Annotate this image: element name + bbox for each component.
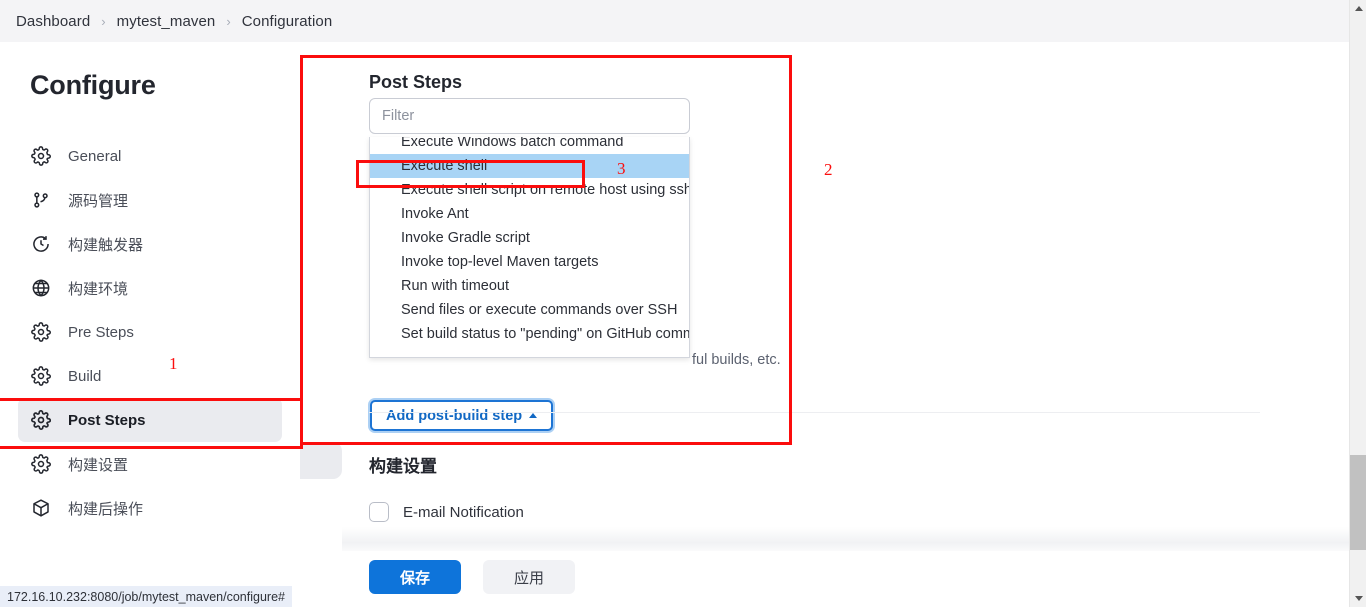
- post-build-step-dropdown[interactable]: Execute Windows batch command Execute sh…: [369, 137, 690, 358]
- sidebar-item-label: Build: [68, 368, 101, 385]
- sidebar-item-build-environment[interactable]: 构建环境: [18, 266, 282, 310]
- sidebar-nav: General 源码管理: [18, 134, 282, 530]
- sidebar-item-build-settings[interactable]: 构建设置: [18, 442, 282, 486]
- sidebar-item-label: 构建后操作: [68, 498, 143, 519]
- sidebar-item-post-steps[interactable]: Post Steps: [18, 398, 282, 442]
- sidebar-item-post-build-actions[interactable]: 构建后操作: [18, 486, 282, 530]
- dropdown-option[interactable]: Execute shell script on remote host usin…: [370, 178, 689, 202]
- add-post-build-step-label: Add post-build step: [386, 408, 522, 424]
- dropdown-options-list: Execute Windows batch command Execute sh…: [370, 137, 689, 346]
- dropdown-option[interactable]: Invoke top-level Maven targets: [370, 250, 689, 274]
- build-settings-heading: 构建设置: [369, 452, 437, 477]
- sidebar: Configure General: [0, 42, 300, 607]
- breadcrumb-separator-icon: ›: [226, 14, 230, 29]
- dropdown-option[interactable]: Set build status to "pending" on GitHub …: [370, 322, 689, 346]
- sidebar-item-label: 构建触发器: [68, 234, 143, 255]
- sidebar-item-label: Post Steps: [68, 412, 146, 429]
- sidebar-item-general[interactable]: General: [18, 134, 282, 178]
- breadcrumb-item-configuration[interactable]: Configuration: [242, 13, 333, 30]
- browser-page: Dashboard › mytest_maven › Configuration…: [0, 0, 1366, 607]
- gear-icon: [30, 409, 52, 431]
- branch-icon: [30, 189, 52, 211]
- scroll-up-arrow-icon[interactable]: [1350, 0, 1366, 17]
- globe-icon: [30, 277, 52, 299]
- sidebar-item-label: 源码管理: [68, 190, 128, 211]
- page-title: Configure: [30, 70, 156, 101]
- gear-icon: [30, 453, 52, 475]
- sidebar-collapse-handle[interactable]: [300, 442, 342, 479]
- sidebar-item-label: General: [68, 148, 121, 165]
- dropdown-option[interactable]: Run with timeout: [370, 274, 689, 298]
- email-notification-label: E-mail Notification: [403, 504, 524, 521]
- dropdown-option[interactable]: Invoke Ant: [370, 202, 689, 226]
- dropdown-option[interactable]: Send files or execute commands over SSH: [370, 298, 689, 322]
- sidebar-item-label: 构建环境: [68, 278, 128, 299]
- sidebar-item-label: Pre Steps: [68, 324, 134, 341]
- form-actions: 保存 应用: [369, 560, 575, 594]
- breadcrumb-item-dashboard[interactable]: Dashboard: [16, 13, 90, 30]
- gear-icon: [30, 321, 52, 343]
- email-notification-row: E-mail Notification: [369, 502, 524, 522]
- gear-icon: [30, 365, 52, 387]
- breadcrumb-item-job[interactable]: mytest_maven: [117, 13, 216, 30]
- clock-icon: [30, 233, 52, 255]
- sidebar-item-build[interactable]: Build: [18, 354, 282, 398]
- section-divider: [369, 412, 1260, 413]
- dropdown-option[interactable]: Invoke Gradle script: [370, 226, 689, 250]
- sidebar-item-label: 构建设置: [68, 454, 128, 475]
- save-button[interactable]: 保存: [369, 560, 461, 594]
- sidebar-item-build-triggers[interactable]: 构建触发器: [18, 222, 282, 266]
- status-bar: 172.16.10.232:8080/job/mytest_maven/conf…: [0, 586, 292, 607]
- email-notification-checkbox[interactable]: [369, 502, 389, 522]
- form-footer-band: [342, 527, 1349, 551]
- scroll-down-arrow-icon[interactable]: [1350, 590, 1366, 607]
- dropdown-option[interactable]: Execute Windows batch command: [370, 137, 689, 154]
- package-icon: [30, 497, 52, 519]
- main-content: Post Steps Execute Windows batch command…: [342, 42, 1349, 607]
- vertical-scrollbar[interactable]: [1349, 0, 1366, 607]
- add-post-build-step-button[interactable]: Add post-build step: [370, 400, 553, 431]
- apply-button[interactable]: 应用: [483, 560, 575, 594]
- dropdown-option-execute-shell[interactable]: Execute shell: [370, 154, 689, 178]
- post-steps-heading: Post Steps: [369, 72, 462, 93]
- filter-input[interactable]: [369, 98, 690, 134]
- breadcrumb: Dashboard › mytest_maven › Configuration: [0, 0, 1349, 42]
- caret-up-icon: [529, 413, 537, 418]
- sidebar-item-pre-steps[interactable]: Pre Steps: [18, 310, 282, 354]
- status-bar-url: 172.16.10.232:8080/job/mytest_maven/conf…: [7, 590, 285, 604]
- scrollbar-thumb[interactable]: [1350, 455, 1366, 550]
- gear-icon: [30, 145, 52, 167]
- post-steps-description-text: ful builds, etc.: [692, 352, 781, 368]
- sidebar-item-source-control[interactable]: 源码管理: [18, 178, 282, 222]
- breadcrumb-separator-icon: ›: [101, 14, 105, 29]
